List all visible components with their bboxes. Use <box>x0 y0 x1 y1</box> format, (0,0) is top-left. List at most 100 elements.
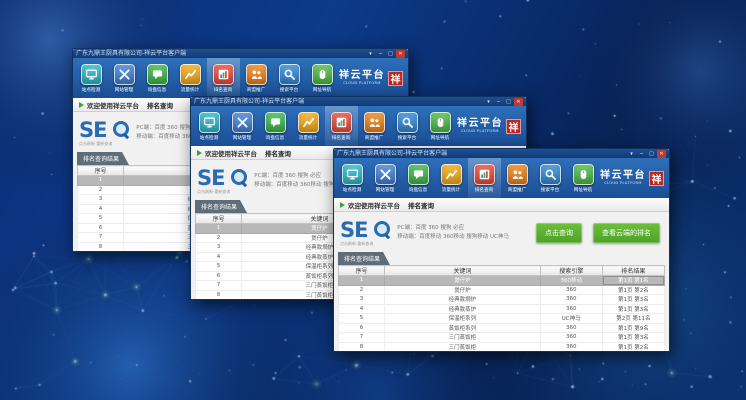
toolbar-item-monitor[interactable]: 站点检测 <box>336 158 369 198</box>
minimize-button[interactable]: ─ <box>494 98 503 106</box>
toolbar-items: 站点检测网站管理询盘信息流量统计 排名查询商盟推广搜索平台网址导航 <box>75 58 339 98</box>
breadcrumb-welcome: 欢迎使用祥云平台 <box>205 148 257 158</box>
result-tab[interactable]: 排名查询结果 <box>77 152 129 165</box>
cell-no: 7 <box>339 333 385 343</box>
mouse-icon <box>430 112 451 133</box>
cell-no: 3 <box>339 295 385 305</box>
toolbar-item-chat[interactable]: 询盘信息 <box>259 106 292 146</box>
table-row[interactable]: 5保温柜系列UC神马第2页 第11名 <box>339 314 665 324</box>
chat-icon <box>265 112 286 133</box>
toolbar-item-line-chart[interactable]: 流量统计 <box>435 158 468 198</box>
cloud-rank-button[interactable]: 查看云端的排名 <box>593 223 660 243</box>
toolbar-item-bar-chart[interactable]: 排名查询 <box>207 58 240 98</box>
toolbar-item-label: 站点检测 <box>343 186 361 192</box>
maximize-button[interactable]: □ <box>386 50 395 58</box>
close-button[interactable]: ✕ <box>657 150 666 158</box>
cell-no: 2 <box>78 185 124 195</box>
maximize-button[interactable]: □ <box>504 98 513 106</box>
window-titlebar[interactable]: 广东九鼎王厨具有限公司-祥云平台客户端 ▾ ─ □ ✕ <box>191 97 526 106</box>
cell-no: 5 <box>196 262 242 272</box>
result-tab[interactable]: 排名查询结果 <box>338 252 390 265</box>
table-row[interactable]: 9智能蒸饭柜搜狗第1页 第3名 <box>339 352 665 353</box>
toolbar-item-tools[interactable]: 网站管理 <box>226 106 259 146</box>
table-row[interactable]: 4经典款蒸炉360第1页 第3名 <box>339 304 665 314</box>
app-window-front: 广东九鼎王厨具有限公司-祥云平台客户端 ▾ ─ □ ✕ 站点检测 网站管理 询盘信息… <box>333 148 670 352</box>
window-titlebar[interactable]: 广东九鼎王厨具有限公司-祥云平台客户端 ▾ ─ □ ✕ <box>73 49 408 58</box>
toolbar-item-monitor[interactable]: 站点检测 <box>75 58 108 98</box>
toolbar-item-monitor[interactable]: 站点检测 <box>193 106 226 146</box>
toolbar-item-search[interactable]: 搜索平台 <box>273 58 306 98</box>
brand-seal: 祥 <box>506 119 521 134</box>
cell-no: 6 <box>196 271 242 281</box>
cell-no: 4 <box>339 304 385 314</box>
table-row[interactable]: 8三门蒸饭柜360第1页 第2名 <box>339 342 665 352</box>
seo-tagline: 点击刷新 重新查询 <box>197 189 230 195</box>
header-no: 序号 <box>78 166 124 176</box>
toolbar-item-search[interactable]: 搜索平台 <box>391 106 424 146</box>
toolbar-item-people[interactable]: 商盟推广 <box>358 106 391 146</box>
skin-icon[interactable]: ▾ <box>627 150 636 158</box>
cell-no: 6 <box>339 323 385 333</box>
monitor-icon <box>81 64 102 85</box>
people-icon <box>364 112 385 133</box>
toolbar-item-people[interactable]: 商盟推广 <box>240 58 273 98</box>
cell-engine: 搜狗 <box>540 352 602 353</box>
brand-logo: 祥云平台 CLOUD PLATFORM 祥 <box>339 58 406 98</box>
tools-icon <box>232 112 253 133</box>
toolbar-item-bar-chart[interactable]: 排名查询 <box>468 158 501 198</box>
cell-no: 8 <box>339 342 385 352</box>
toolbar-item-chat[interactable]: 询盘信息 <box>141 58 174 98</box>
toolbar-item-chat[interactable]: 询盘信息 <box>402 158 435 198</box>
cell-keyword: 蒸饭柜系列 <box>385 323 541 333</box>
toolbar-item-line-chart[interactable]: 流量统计 <box>292 106 325 146</box>
query-button[interactable]: 点击查询 <box>536 223 582 243</box>
toolbar-item-mouse[interactable]: 网址导航 <box>567 158 600 198</box>
toolbar-item-search[interactable]: 搜索平台 <box>534 158 567 198</box>
result-tab[interactable]: 排名查询结果 <box>195 200 247 213</box>
cell-keyword: 三门蒸饭柜 <box>385 342 541 352</box>
magnifier-icon <box>113 121 129 137</box>
toolbar-item-mouse[interactable]: 网址导航 <box>306 58 339 98</box>
toolbar-item-tools[interactable]: 网站管理 <box>108 58 141 98</box>
header-no: 序号 <box>196 214 242 224</box>
table-row[interactable]: 3经典款焗炉360第1页 第3名 <box>339 295 665 305</box>
minimize-button[interactable]: ─ <box>376 50 385 58</box>
table-row[interactable]: 2煲仔炉360第1页 第2名 <box>339 285 665 295</box>
cell-no: 1 <box>339 276 385 286</box>
close-button[interactable]: ✕ <box>514 98 523 106</box>
skin-icon[interactable]: ▾ <box>366 50 375 58</box>
cell-rank: 第1页 第3名 <box>602 352 664 353</box>
close-button[interactable]: ✕ <box>396 50 405 58</box>
table-row[interactable]: 1煲仔炉360移动第1页 第1名 <box>339 276 665 286</box>
window-title: 广东九鼎王厨具有限公司-祥云平台客户端 <box>337 149 626 158</box>
cell-keyword: 煲仔炉 <box>385 285 541 295</box>
toolbar-item-people[interactable]: 商盟推广 <box>501 158 534 198</box>
engine-info-mobile: 移动端：百度移动 360移动 搜狗移动 UC神马 <box>397 233 509 242</box>
breadcrumb: 欢迎使用祥云平台 排名查询 <box>334 198 669 212</box>
toolbar-item-tools[interactable]: 网站管理 <box>369 158 402 198</box>
skin-icon[interactable]: ▾ <box>484 98 493 106</box>
maximize-button[interactable]: □ <box>647 150 656 158</box>
window-titlebar[interactable]: 广东九鼎王厨具有限公司-祥云平台客户端 ▾ ─ □ ✕ <box>334 149 669 158</box>
brand-title: 祥云平台 <box>339 71 385 81</box>
toolbar-item-label: 流量统计 <box>181 86 199 92</box>
cell-rank: 第1页 第3名 <box>602 295 664 305</box>
toolbar-item-bar-chart[interactable]: 排名查询 <box>325 106 358 146</box>
minimize-button[interactable]: ─ <box>637 150 646 158</box>
people-icon <box>507 164 528 185</box>
brand-title: 祥云平台 <box>600 171 646 181</box>
line-chart-icon <box>180 64 201 85</box>
chat-icon <box>147 64 168 85</box>
magnifier-icon <box>374 221 390 237</box>
cell-engine: 360 <box>540 342 602 352</box>
cell-rank: 第2页 第11名 <box>602 314 664 324</box>
table-row[interactable]: 7三门蒸饭柜360第1页 第3名 <box>339 333 665 343</box>
cell-rank: 第1页 第3名 <box>602 333 664 343</box>
breadcrumb-current: 排名查询 <box>265 148 291 158</box>
toolbar-item-line-chart[interactable]: 流量统计 <box>174 58 207 98</box>
table-row[interactable]: 6蒸饭柜系列360第1页 第9名 <box>339 323 665 333</box>
header-keyword: 关键词 <box>385 266 541 276</box>
toolbar-item-label: 网站管理 <box>376 186 394 192</box>
cell-no: 9 <box>339 352 385 353</box>
toolbar-item-mouse[interactable]: 网址导航 <box>424 106 457 146</box>
